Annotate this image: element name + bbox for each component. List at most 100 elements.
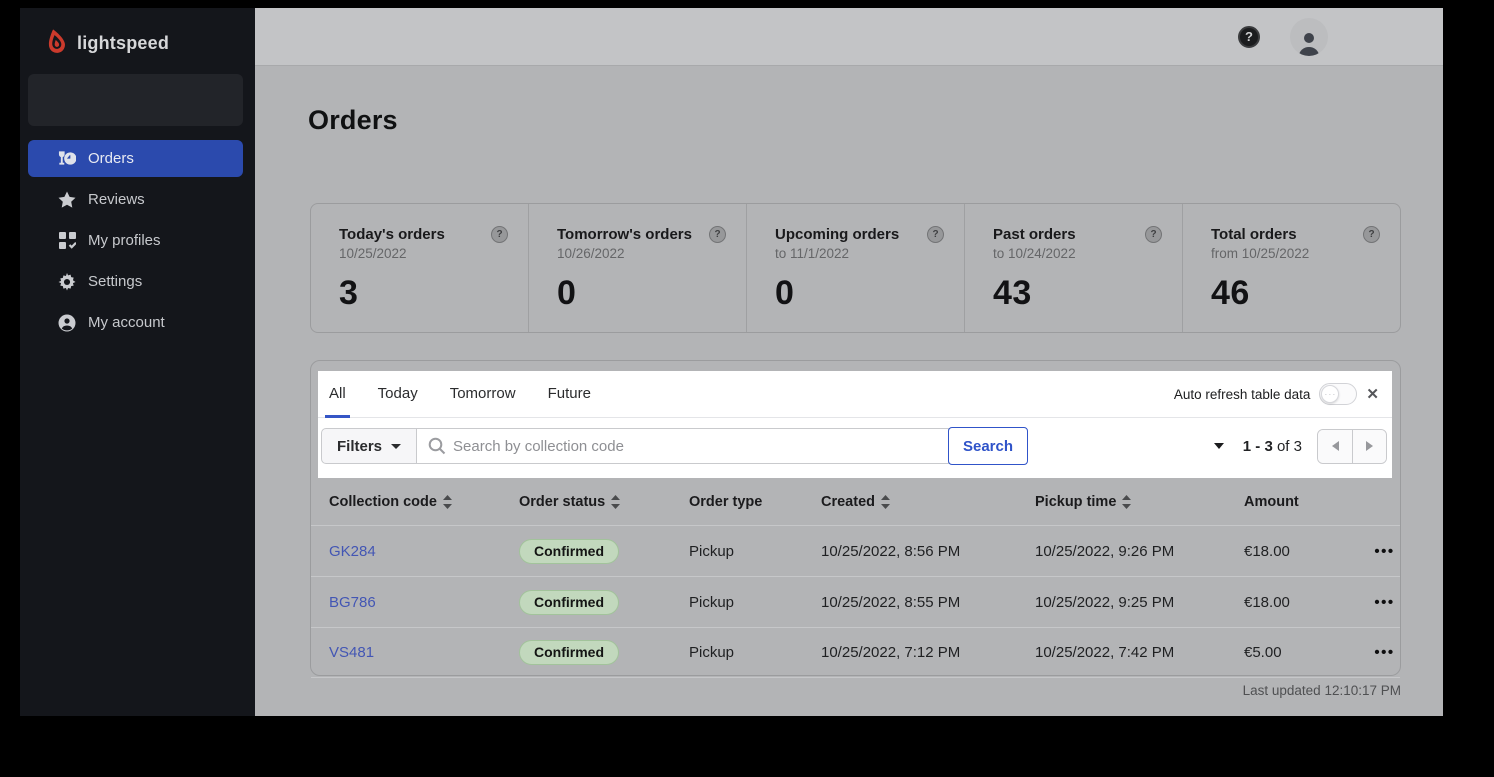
auto-refresh-control: Auto refresh table data ··· ✕: [1174, 371, 1392, 417]
created-cell: 10/25/2022, 8:55 PM: [821, 594, 1035, 611]
search-input[interactable]: [417, 428, 949, 464]
status-badge: Confirmed: [519, 539, 619, 564]
star-icon: [58, 191, 76, 209]
account-person-icon: [58, 314, 76, 332]
column-order-status[interactable]: Order status: [519, 494, 689, 510]
column-created[interactable]: Created: [821, 494, 1035, 510]
sidebar-item-reviews[interactable]: Reviews: [28, 181, 243, 218]
collection-code-link[interactable]: GK284: [329, 543, 376, 560]
stat-help-icon[interactable]: ?: [1145, 226, 1162, 243]
help-icon[interactable]: ?: [1238, 26, 1260, 48]
sidebar-item-my-profiles[interactable]: My profiles: [28, 222, 243, 259]
auto-refresh-label: Auto refresh table data: [1174, 387, 1311, 402]
filter-row: Filters Search: [318, 418, 1392, 478]
column-label: Order type: [689, 494, 762, 510]
stat-help-icon[interactable]: ?: [709, 226, 726, 243]
column-label: Pickup time: [1035, 494, 1116, 510]
sidebar-item-label: My profiles: [88, 232, 161, 249]
previous-page-button[interactable]: [1318, 430, 1352, 463]
sort-icon: [881, 495, 890, 509]
sidebar-item-label: My account: [88, 314, 165, 331]
column-label: Order status: [519, 494, 605, 510]
collection-code-link[interactable]: BG786: [329, 594, 376, 611]
page-title: Orders: [308, 105, 1443, 135]
search-field-wrap: [417, 428, 949, 464]
stat-todays-orders: Today's orders ? 10/25/2022 3: [311, 204, 528, 332]
table-controls-panel: All Today Tomorrow Future Auto refresh t…: [318, 371, 1392, 478]
topbar: ?: [255, 8, 1443, 66]
orders-icon: [58, 150, 76, 168]
main-area: ? Orders Today's orders ? 10/25/2022 3: [255, 8, 1443, 716]
arrow-left-icon: [1332, 441, 1339, 451]
stat-help-icon[interactable]: ?: [927, 226, 944, 243]
sidebar-item-my-account[interactable]: My account: [28, 304, 243, 341]
table-row: VS481 Confirmed Pickup 10/25/2022, 7:12 …: [311, 627, 1400, 678]
row-actions-kebab-icon[interactable]: •••: [1369, 543, 1400, 560]
table-header: Collection code Order status Order type …: [311, 478, 1400, 525]
row-actions-kebab-icon[interactable]: •••: [1369, 594, 1400, 611]
close-icon[interactable]: ✕: [1366, 387, 1379, 402]
toggle-knob-icon: ···: [1321, 385, 1339, 403]
stat-subtitle: 10/25/2022: [339, 246, 508, 261]
sort-icon: [611, 495, 620, 509]
tab-future[interactable]: Future: [548, 371, 591, 417]
stat-value: 46: [1211, 274, 1380, 313]
pager-buttons: [1317, 429, 1387, 464]
table-tabs: All Today Tomorrow Future Auto refresh t…: [318, 371, 1392, 418]
stat-help-icon[interactable]: ?: [491, 226, 508, 243]
last-updated-text: Last updated 12:10:17 PM: [308, 683, 1401, 698]
user-avatar[interactable]: [1290, 18, 1328, 56]
column-collection-code[interactable]: Collection code: [329, 494, 519, 510]
column-label: Collection code: [329, 494, 437, 510]
order-type-cell: Pickup: [689, 594, 821, 611]
collection-code-link[interactable]: VS481: [329, 644, 374, 661]
sidebar-item-label: Settings: [88, 273, 142, 290]
table-row: GK284 Confirmed Pickup 10/25/2022, 8:56 …: [311, 525, 1400, 576]
chevron-down-icon: [391, 444, 401, 449]
created-cell: 10/25/2022, 7:12 PM: [821, 644, 1035, 661]
stat-title: Today's orders: [339, 226, 445, 243]
stat-title: Upcoming orders: [775, 226, 899, 243]
sort-icon: [1122, 495, 1131, 509]
sidebar-item-orders[interactable]: Orders: [28, 140, 243, 177]
stat-value: 43: [993, 274, 1162, 313]
sidebar-item-settings[interactable]: Settings: [28, 263, 243, 300]
next-page-button[interactable]: [1352, 430, 1386, 463]
auto-refresh-toggle[interactable]: ···: [1319, 383, 1357, 405]
page-size-caret-icon[interactable]: [1214, 443, 1224, 449]
column-order-type: Order type: [689, 494, 821, 510]
tab-tomorrow[interactable]: Tomorrow: [450, 371, 516, 417]
created-cell: 10/25/2022, 8:56 PM: [821, 543, 1035, 560]
sidebar-item-label: Orders: [88, 150, 134, 167]
tab-today[interactable]: Today: [378, 371, 418, 417]
column-pickup-time[interactable]: Pickup time: [1035, 494, 1244, 510]
pagination: 1 - 3 of 3: [1214, 429, 1387, 464]
app-window: lightspeed Orders Reviews: [20, 8, 1443, 716]
stat-tomorrows-orders: Tomorrow's orders ? 10/26/2022 0: [528, 204, 746, 332]
content: Orders Today's orders ? 10/25/2022 3 Tom…: [255, 66, 1443, 698]
stat-value: 0: [557, 274, 726, 313]
stat-total-orders: Total orders ? from 10/25/2022 46: [1182, 204, 1400, 332]
stat-value: 0: [775, 274, 944, 313]
amount-cell: €18.00: [1244, 543, 1369, 560]
stat-subtitle: from 10/25/2022: [1211, 246, 1380, 261]
column-amount: Amount: [1244, 494, 1369, 510]
stat-value: 3: [339, 274, 508, 313]
stat-title: Total orders: [1211, 226, 1297, 243]
stat-help-icon[interactable]: ?: [1363, 226, 1380, 243]
filters-button[interactable]: Filters: [321, 428, 417, 464]
brand-logo: lightspeed: [20, 8, 255, 60]
sidebar-nav: Orders Reviews My profiles: [20, 140, 255, 345]
row-actions-kebab-icon[interactable]: •••: [1369, 644, 1400, 661]
stat-subtitle: to 11/1/2022: [775, 246, 944, 261]
business-selector[interactable]: [28, 74, 243, 126]
table-body: GK284 Confirmed Pickup 10/25/2022, 8:56 …: [311, 525, 1400, 678]
pickup-time-cell: 10/25/2022, 7:42 PM: [1035, 644, 1244, 661]
column-label: Created: [821, 494, 875, 510]
stat-subtitle: to 10/24/2022: [993, 246, 1162, 261]
person-icon: [1297, 30, 1321, 56]
stat-title: Past orders: [993, 226, 1076, 243]
pickup-time-cell: 10/25/2022, 9:25 PM: [1035, 594, 1244, 611]
search-button[interactable]: Search: [948, 427, 1028, 465]
tab-all[interactable]: All: [329, 371, 346, 417]
